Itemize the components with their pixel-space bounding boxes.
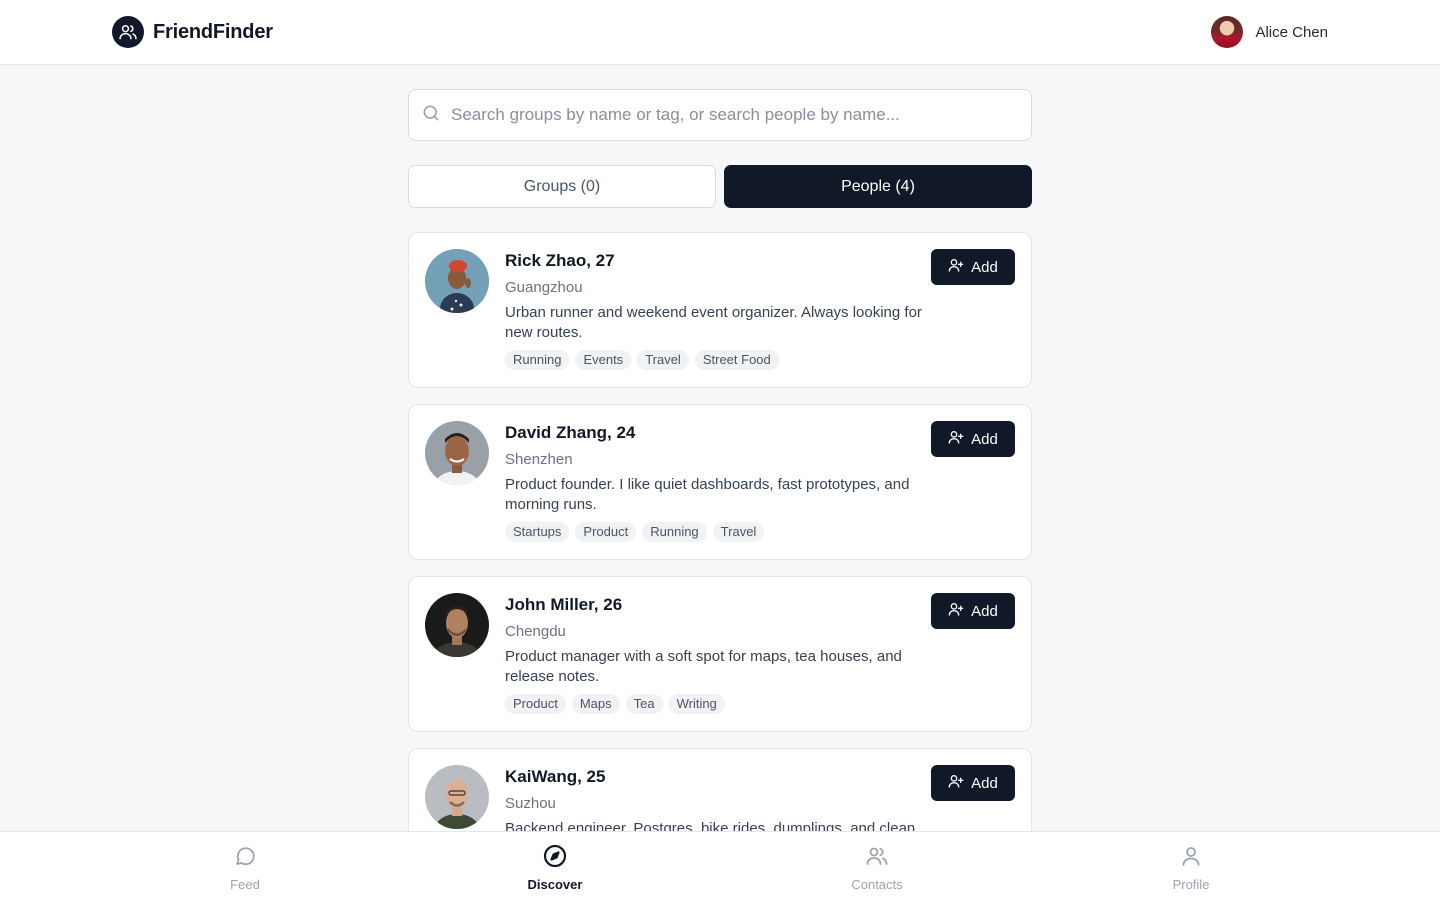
tag: Startups	[505, 522, 570, 542]
user-avatar	[1211, 16, 1244, 48]
tag: Tea	[625, 694, 663, 714]
person-city: Suzhou	[505, 795, 556, 812]
person-card: John Miller, 26 Chengdu Product manager …	[408, 576, 1032, 732]
nav-label: Discover	[527, 877, 583, 892]
add-label: Add	[971, 258, 998, 276]
add-friend-button[interactable]: Add	[931, 249, 1015, 285]
nav-feed[interactable]: Feed	[185, 844, 305, 892]
person-name: KaiWang, 25	[505, 767, 606, 786]
person-name: David Zhang, 24	[505, 423, 636, 442]
tag: Product	[575, 522, 637, 542]
tag: Street Food	[694, 350, 779, 370]
person-city: Chengdu	[505, 623, 566, 640]
tag-list: Startups Product Running Travel	[505, 522, 925, 542]
tag: Travel	[637, 350, 689, 370]
user-plus-icon	[948, 257, 964, 277]
person-bio: Urban runner and weekend event organizer…	[505, 304, 922, 341]
tabs: Groups (0) People (4)	[408, 165, 1032, 208]
chat-bubble-icon	[233, 844, 257, 873]
tag: Travel	[712, 522, 765, 542]
people-list: Rick Zhao, 27 Guangzhou Urban runner and…	[408, 232, 1032, 900]
tab-people[interactable]: People (4)	[724, 165, 1032, 208]
tag: Product	[505, 694, 566, 714]
add-label: Add	[971, 774, 998, 792]
add-friend-button[interactable]: Add	[931, 593, 1015, 629]
user-icon	[1179, 844, 1203, 873]
person-card: David Zhang, 24 Shenzhen Product founder…	[408, 404, 1032, 560]
search-box[interactable]	[408, 89, 1032, 141]
avatar	[425, 249, 489, 313]
nav-contacts[interactable]: Contacts	[817, 844, 937, 892]
nav-label: Profile	[1172, 877, 1210, 892]
tag-list: Product Maps Tea Writing	[505, 694, 925, 714]
avatar	[425, 421, 489, 485]
search-icon	[421, 103, 441, 128]
bottom-nav: Feed Discover Contacts Profile	[0, 831, 1440, 900]
add-label: Add	[971, 430, 998, 448]
tag-list: Running Events Travel Street Food	[505, 350, 925, 370]
user-menu[interactable]: Alice Chen	[1211, 16, 1328, 48]
nav-label: Contacts	[851, 877, 903, 892]
nav-profile[interactable]: Profile	[1131, 844, 1251, 892]
top-header: FriendFinder Alice Chen	[0, 0, 1440, 65]
tag: Running	[642, 522, 707, 542]
brand-name: FriendFinder	[153, 20, 273, 43]
person-bio: Product manager with a soft spot for map…	[505, 648, 902, 685]
person-city: Shenzhen	[505, 451, 573, 468]
person-bio: Product founder. I like quiet dashboards…	[505, 476, 910, 513]
user-plus-icon	[948, 773, 964, 793]
user-plus-icon	[948, 601, 964, 621]
tag: Events	[575, 350, 632, 370]
tag: Running	[505, 350, 570, 370]
person-city: Guangzhou	[505, 279, 583, 296]
person-name: John Miller, 26	[505, 595, 623, 614]
user-plus-icon	[948, 429, 964, 449]
avatar	[425, 765, 489, 829]
nav-discover[interactable]: Discover	[495, 844, 615, 892]
user-name: Alice Chen	[1255, 23, 1328, 41]
search-input[interactable]	[451, 90, 1031, 140]
tab-groups[interactable]: Groups (0)	[408, 165, 716, 208]
compass-icon	[543, 844, 567, 873]
brand[interactable]: FriendFinder	[112, 16, 273, 48]
add-label: Add	[971, 602, 998, 620]
add-friend-button[interactable]: Add	[931, 765, 1015, 801]
users-logo-icon	[112, 16, 144, 48]
avatar	[425, 593, 489, 657]
person-name: Rick Zhao, 27	[505, 251, 615, 270]
users-icon	[865, 844, 889, 873]
discover-main: Groups (0) People (4) Rick Zhao, 27 Guan…	[408, 89, 1032, 900]
add-friend-button[interactable]: Add	[931, 421, 1015, 457]
tag: Maps	[571, 694, 620, 714]
person-card: Rick Zhao, 27 Guangzhou Urban runner and…	[408, 232, 1032, 388]
nav-label: Feed	[230, 877, 260, 892]
tag: Writing	[668, 694, 725, 714]
